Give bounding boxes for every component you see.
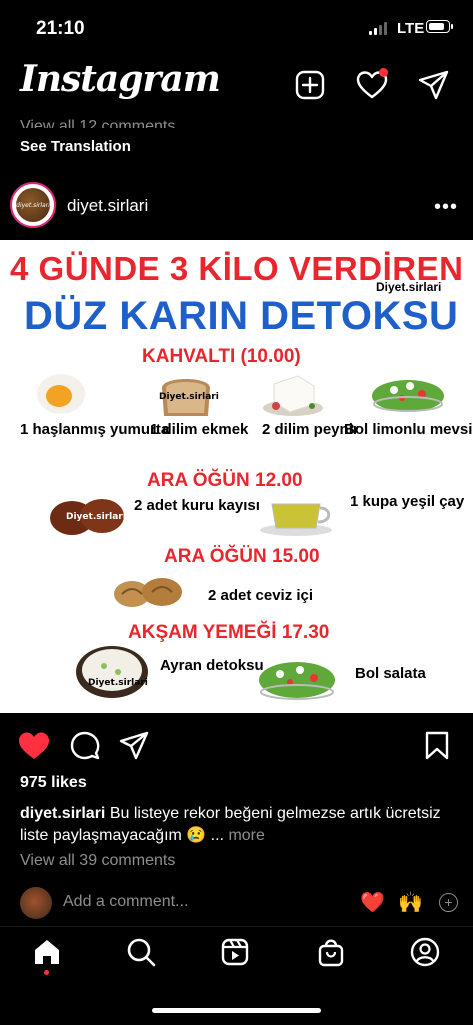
image-title-line2: DÜZ KARIN DETOKSU xyxy=(24,294,459,338)
post-avatar[interactable]: diyet.sirlari xyxy=(10,182,56,228)
more-options-icon[interactable]: ••• xyxy=(434,196,458,219)
caption-username[interactable]: diyet.sirlari xyxy=(20,805,105,822)
current-user-avatar xyxy=(20,887,52,919)
breakfast-item-cheese: 2 dilim peynir xyxy=(262,421,359,438)
battery-nub xyxy=(451,24,453,29)
quick-emoji-heart[interactable]: ❤️ xyxy=(360,890,385,915)
cheese-image xyxy=(263,375,323,416)
quick-emoji-hands[interactable]: 🙌 xyxy=(398,890,423,915)
salad-image xyxy=(372,380,444,412)
avatar-label: diyet.sirlari xyxy=(16,202,50,209)
add-comment-input[interactable]: Add a comment... xyxy=(63,893,188,911)
dinner-item-salad: Bol salata xyxy=(355,665,426,682)
see-translation-link[interactable]: See Translation xyxy=(20,138,131,155)
bread-watermark: Diyet.sirlari xyxy=(159,392,219,402)
green-tea-image xyxy=(260,503,332,536)
salad-bowl-image xyxy=(259,662,335,700)
breakfast-item-greens: Bol limonlu mevsim yeşilliği xyxy=(344,421,473,438)
like-count[interactable]: 975 likes xyxy=(20,774,87,792)
signal-icon xyxy=(369,22,391,35)
post-image[interactable]: 4 GÜNDE 3 KİLO VERDİREN Diyet.sirlari DÜ… xyxy=(0,240,473,713)
breakfast-item-bread: 1 dilim ekmek xyxy=(150,421,249,438)
egg-image xyxy=(37,374,85,414)
section-breakfast: KAHVALTI (10.00) xyxy=(142,346,301,367)
dinner-item-ayran: Ayran detoksu xyxy=(160,657,264,674)
share-icon[interactable] xyxy=(119,731,149,761)
image-watermark: Diyet.sirlari xyxy=(376,280,442,294)
breakfast-item-egg: 1 haşlanmış yumurta xyxy=(20,421,170,438)
section-dinner: AKŞAM YEMEĞİ 17.30 xyxy=(128,622,330,643)
active-tab-dot xyxy=(44,970,49,975)
instagram-logo[interactable]: Instagram xyxy=(20,58,221,100)
walnut-image xyxy=(114,578,182,607)
caption-more-link[interactable]: more xyxy=(228,827,264,844)
reels-icon[interactable] xyxy=(220,937,250,967)
like-heart-icon[interactable] xyxy=(18,731,50,761)
home-indicator[interactable] xyxy=(152,1008,321,1013)
ayran-watermark: Diyet.sirlari xyxy=(88,678,148,688)
profile-icon[interactable] xyxy=(410,937,440,967)
snack2-item-walnut: 2 adet ceviz içi xyxy=(208,587,314,604)
add-emoji-icon[interactable]: + xyxy=(439,893,458,912)
direct-message-icon[interactable] xyxy=(417,68,451,102)
comment-icon[interactable] xyxy=(70,731,100,761)
post-username[interactable]: diyet.sirlari xyxy=(67,196,148,216)
new-post-icon[interactable] xyxy=(293,68,327,102)
snack1-item-apricot: 2 adet kuru kayısı xyxy=(134,497,260,514)
carrier-label: LTE xyxy=(397,20,425,37)
save-bookmark-icon[interactable] xyxy=(424,731,450,761)
snack1-item-tea: 1 kupa yeşil çay xyxy=(350,493,465,510)
home-icon[interactable] xyxy=(32,937,62,967)
view-all-comments-link[interactable]: View all 39 comments xyxy=(20,852,175,870)
previous-view-comments-link[interactable]: View all 12 comments xyxy=(20,112,175,128)
apricot-watermark: Diyet.sirlari xyxy=(66,512,126,522)
section-snack1: ARA ÖĞÜN 12.00 xyxy=(147,470,303,491)
battery-icon xyxy=(426,20,450,33)
ayran-image xyxy=(76,646,148,698)
shop-icon[interactable] xyxy=(316,937,346,967)
status-time: 21:10 xyxy=(36,18,85,39)
notification-dot xyxy=(379,68,388,77)
section-snack2: ARA ÖĞÜN 15.00 xyxy=(164,546,320,567)
post-caption: diyet.sirlari Bu listeye rekor beğeni ge… xyxy=(20,803,460,847)
search-icon[interactable] xyxy=(126,937,156,967)
